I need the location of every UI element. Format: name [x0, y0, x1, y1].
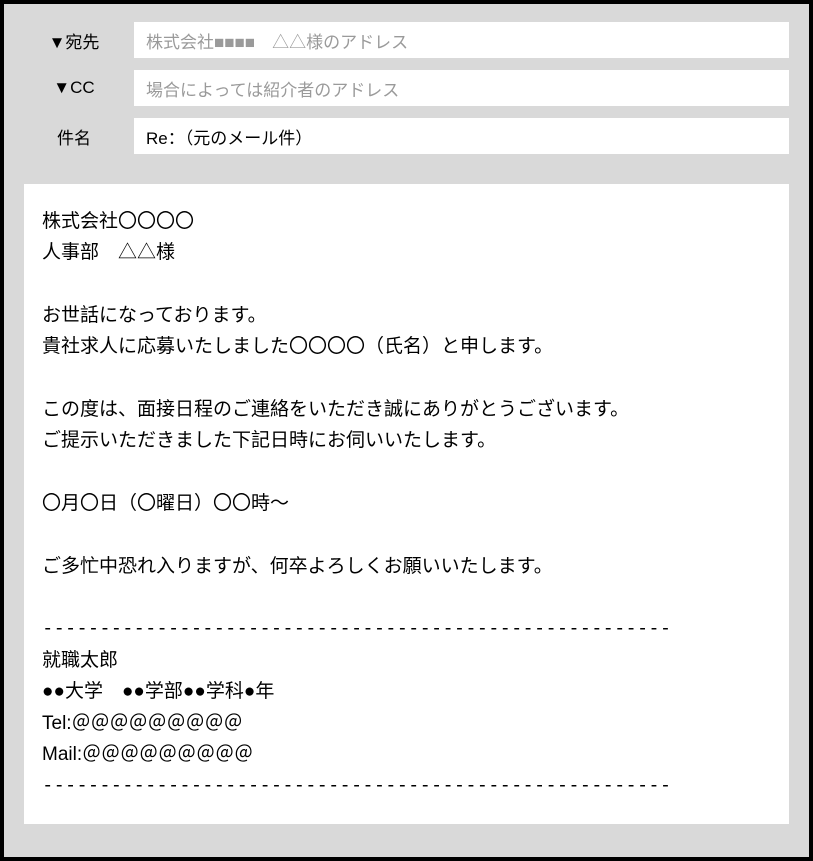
- to-input[interactable]: [134, 22, 789, 58]
- recipient-person: 人事部 △△様: [42, 242, 175, 263]
- signature-mail: Mail:＠＠＠＠＠＠＠＠＠: [42, 744, 253, 765]
- subject-input[interactable]: [134, 118, 789, 154]
- greeting-line2: 貴社求人に応募いたしました〇〇〇〇（氏名）と申します。: [42, 336, 553, 357]
- interview-datetime: 〇月〇日（〇曜日）〇〇時～: [42, 493, 289, 514]
- cc-input[interactable]: [134, 70, 789, 106]
- subject-label: 件名: [24, 124, 134, 149]
- signature-tel: Tel:＠＠＠＠＠＠＠＠＠: [42, 713, 243, 734]
- signature-school: ●●大学 ●●学部●●学科●年: [42, 681, 274, 702]
- cc-label: ▼CC: [24, 78, 134, 98]
- thanks-line1: この度は、面接日程のご連絡をいただき誠にありがとうございます。: [42, 399, 629, 420]
- subject-row: 件名: [24, 118, 789, 154]
- greeting-line1: お世話になっております。: [42, 305, 267, 326]
- to-row: ▼宛先: [24, 22, 789, 58]
- thanks-line2: ご提示いただきました下記日時にお伺いいたします。: [42, 430, 496, 451]
- recipient-company: 株式会社〇〇〇〇: [42, 211, 194, 232]
- email-compose-frame: ▼宛先 ▼CC 件名 株式会社〇〇〇〇 人事部 △△様 お世話になっております。…: [0, 0, 813, 861]
- signature-divider-bottom: ----------------------------------------…: [42, 774, 671, 796]
- email-body[interactable]: 株式会社〇〇〇〇 人事部 △△様 お世話になっております。 貴社求人に応募いたし…: [24, 184, 789, 824]
- to-label: ▼宛先: [24, 28, 134, 53]
- cc-row: ▼CC: [24, 70, 789, 106]
- closing-line: ご多忙中恐れ入りますが、何卒よろしくお願いいたします。: [42, 556, 553, 577]
- signature-divider-top: ----------------------------------------…: [42, 617, 671, 639]
- signature-name: 就職太郎: [42, 650, 118, 671]
